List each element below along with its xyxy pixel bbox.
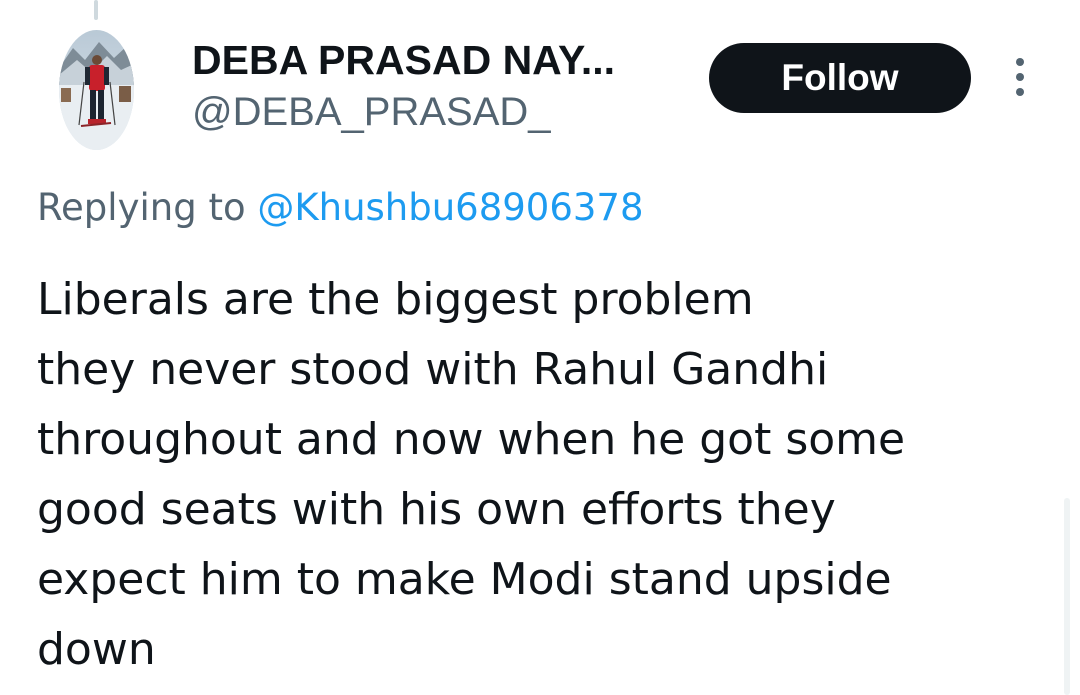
tweet-text-line: throughout and now when he got some: [37, 414, 906, 465]
scrollbar[interactable]: [1064, 498, 1070, 695]
skier-photo-avatar: [59, 30, 134, 150]
tweet-text-line: Liberals are the biggest problem: [37, 274, 754, 325]
more-options-icon[interactable]: [1012, 58, 1028, 100]
tweet-text-line: good seats with his own efforts they: [37, 484, 836, 535]
tweet-text: Liberals are the biggest problem they ne…: [37, 265, 1047, 685]
tweet-text-line: down: [37, 624, 156, 675]
replying-to-label: Replying to: [37, 186, 258, 229]
tweet-text-line: they never stood with Rahul Gandhi: [37, 344, 829, 395]
author-display-name[interactable]: DEBA PRASAD NAY...: [192, 35, 615, 85]
tweet-text-line: expect him to make Modi stand upside: [37, 554, 892, 605]
thread-connector-line: [94, 0, 98, 20]
author-handle[interactable]: @DEBA_PRASAD_: [192, 88, 551, 136]
avatar[interactable]: [59, 30, 134, 150]
follow-button[interactable]: Follow: [709, 43, 971, 113]
replying-to-handle-link[interactable]: @Khushbu68906378: [257, 186, 643, 229]
replying-to-line: Replying to @Khushbu68906378: [37, 184, 644, 232]
